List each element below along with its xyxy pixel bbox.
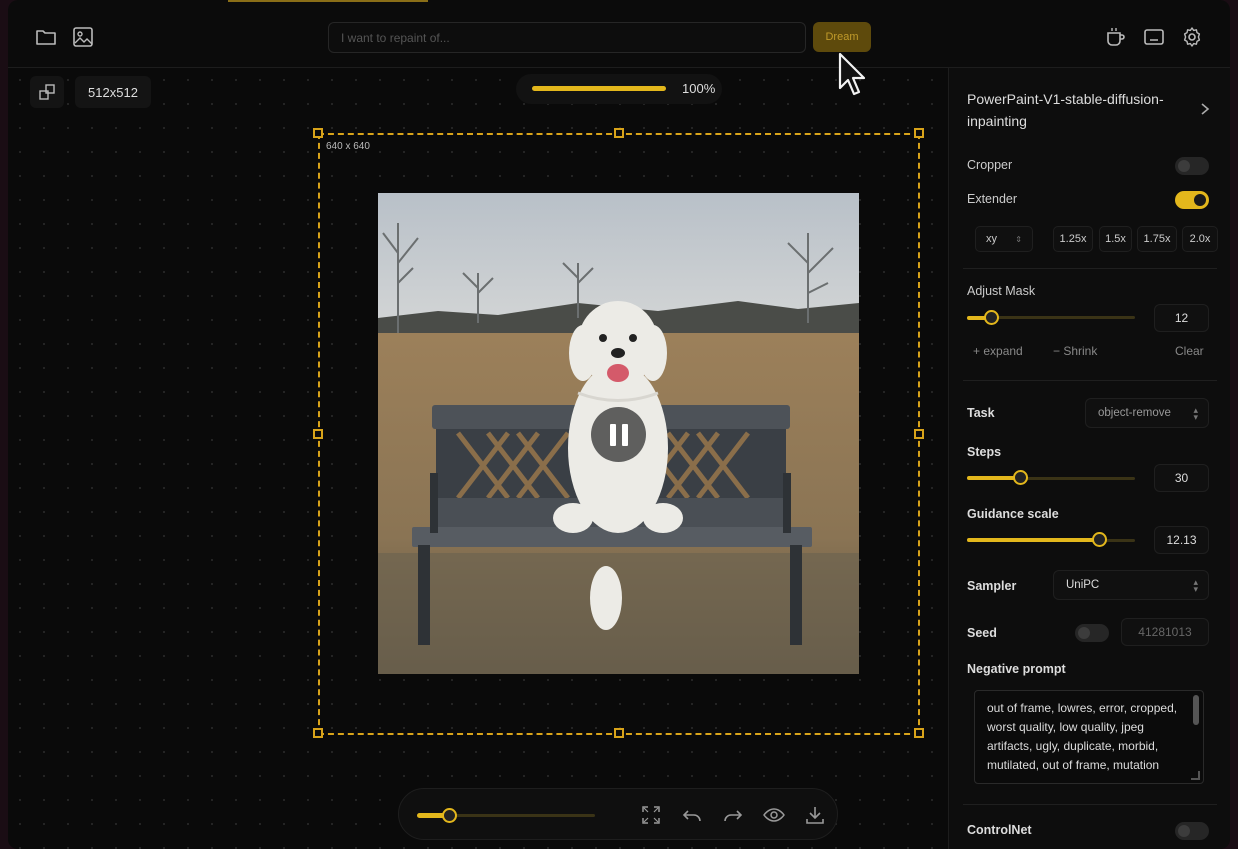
- cropper-label: Cropper: [967, 158, 1013, 172]
- task-value: object-remove: [1098, 407, 1171, 419]
- steps-value[interactable]: 30: [1154, 464, 1209, 492]
- extender-handle-top-right[interactable]: [914, 128, 924, 138]
- top-toolbar: Dream: [8, 0, 1230, 68]
- toggle-knob: [1194, 194, 1206, 206]
- guidance-scale-fill: [967, 538, 1099, 542]
- guidance-scale-thumb[interactable]: [1092, 532, 1107, 547]
- extender-handle-bottom-right[interactable]: [914, 728, 924, 738]
- adjust-mask-thumb[interactable]: [984, 310, 999, 325]
- extender-handle-bottom[interactable]: [614, 728, 624, 738]
- bottom-control-bar: [398, 788, 838, 840]
- updown-chevron-icon: ▴ ▾: [1193, 577, 1198, 594]
- textarea-scrollbar[interactable]: [1193, 695, 1199, 725]
- adjust-mask-label: Adjust Mask: [967, 284, 1036, 298]
- task-label: Task: [967, 406, 995, 420]
- dream-button[interactable]: Dream: [813, 22, 871, 52]
- steps-label: Steps: [967, 445, 1002, 459]
- steps-thumb[interactable]: [1013, 470, 1028, 485]
- divider: [963, 268, 1217, 269]
- extender-toggle[interactable]: [1175, 191, 1209, 209]
- clear-mask-button[interactable]: Clear: [1175, 344, 1204, 358]
- fit-screen-icon[interactable]: [640, 804, 662, 826]
- expand-mask-button[interactable]: + expand: [973, 344, 1023, 358]
- toggle-knob: [1178, 160, 1190, 172]
- gear-icon[interactable]: [1180, 25, 1204, 49]
- cropper-toggle[interactable]: [1175, 157, 1209, 175]
- updown-chevron-icon: ▴ ▾: [1193, 405, 1198, 422]
- extender-handle-bottom-left[interactable]: [313, 728, 323, 738]
- scale-1-75x-button[interactable]: 1.75x: [1137, 226, 1177, 252]
- controlnet-label: ControlNet: [967, 823, 1032, 837]
- seed-label: Seed: [967, 626, 997, 640]
- seed-input[interactable]: 41281013: [1121, 618, 1209, 646]
- undo-icon[interactable]: [681, 804, 703, 826]
- mouse-cursor-icon: [838, 52, 868, 103]
- direction-value: xy: [986, 233, 997, 245]
- extender-handle-top[interactable]: [614, 128, 624, 138]
- pause-button[interactable]: [591, 407, 646, 462]
- coffee-icon[interactable]: [1104, 25, 1128, 49]
- redo-icon[interactable]: [722, 804, 744, 826]
- resize-grip-icon[interactable]: [1191, 771, 1200, 780]
- folder-icon[interactable]: [34, 25, 58, 49]
- negative-prompt-label: Negative prompt: [967, 662, 1066, 676]
- image-size-label[interactable]: 512x512: [75, 76, 151, 108]
- toggle-knob: [1078, 627, 1090, 639]
- keyboard-icon[interactable]: [1142, 25, 1166, 49]
- app-window: Dream 512x512 100% 640 x 640: [8, 0, 1230, 849]
- divider: [963, 380, 1217, 381]
- guidance-scale-value[interactable]: 12.13: [1154, 526, 1209, 554]
- zoom-percentage: 100%: [682, 81, 716, 96]
- image-icon[interactable]: [71, 25, 95, 49]
- resize-icon: [39, 84, 55, 100]
- sampler-select[interactable]: UniPC ▴ ▾: [1053, 570, 1209, 600]
- guidance-scale-label: Guidance scale: [967, 507, 1059, 521]
- divider: [963, 804, 1217, 805]
- task-select[interactable]: object-remove ▴ ▾: [1085, 398, 1209, 428]
- brush-size-thumb[interactable]: [442, 808, 457, 823]
- eye-icon[interactable]: [763, 804, 785, 826]
- steps-fill: [967, 476, 1019, 480]
- extender-handle-top-left[interactable]: [313, 128, 323, 138]
- negative-prompt-text: out of frame, lowres, error, cropped, wo…: [987, 701, 1178, 772]
- download-icon[interactable]: [804, 804, 826, 826]
- prompt-input[interactable]: [328, 22, 806, 53]
- scale-1-25x-button[interactable]: 1.25x: [1053, 226, 1093, 252]
- shrink-mask-button[interactable]: − Shrink: [1053, 344, 1097, 358]
- settings-panel: PowerPaint-V1-stable-diffusion-inpaintin…: [948, 68, 1230, 849]
- controlnet-toggle[interactable]: [1175, 822, 1209, 840]
- pause-icon-bar: [621, 423, 628, 446]
- extender-handle-left[interactable]: [313, 429, 323, 439]
- toggle-knob: [1178, 825, 1190, 837]
- scale-2-0x-button[interactable]: 2.0x: [1182, 226, 1218, 252]
- negative-prompt-textarea[interactable]: out of frame, lowres, error, cropped, wo…: [974, 690, 1204, 784]
- size-picker-button[interactable]: [30, 76, 64, 108]
- scale-1-5x-button[interactable]: 1.5x: [1099, 226, 1132, 252]
- extender-label: Extender: [967, 192, 1018, 206]
- zoom-control[interactable]: 100%: [516, 74, 722, 104]
- zoom-slider[interactable]: [532, 86, 666, 91]
- model-name[interactable]: PowerPaint-V1-stable-diffusion-inpaintin…: [967, 88, 1167, 132]
- pause-icon: [609, 423, 616, 446]
- updown-chevron-icon: ⇕: [1015, 234, 1022, 244]
- extender-size-label: 640 x 640: [326, 141, 370, 152]
- extender-direction-select[interactable]: xy ⇕: [975, 226, 1033, 252]
- seed-toggle[interactable]: [1075, 624, 1109, 642]
- sampler-label: Sampler: [967, 579, 1017, 593]
- adjust-mask-value[interactable]: 12: [1154, 304, 1209, 332]
- sampler-value: UniPC: [1066, 579, 1100, 591]
- extender-handle-right[interactable]: [914, 429, 924, 439]
- chevron-right-icon[interactable]: [1199, 102, 1211, 121]
